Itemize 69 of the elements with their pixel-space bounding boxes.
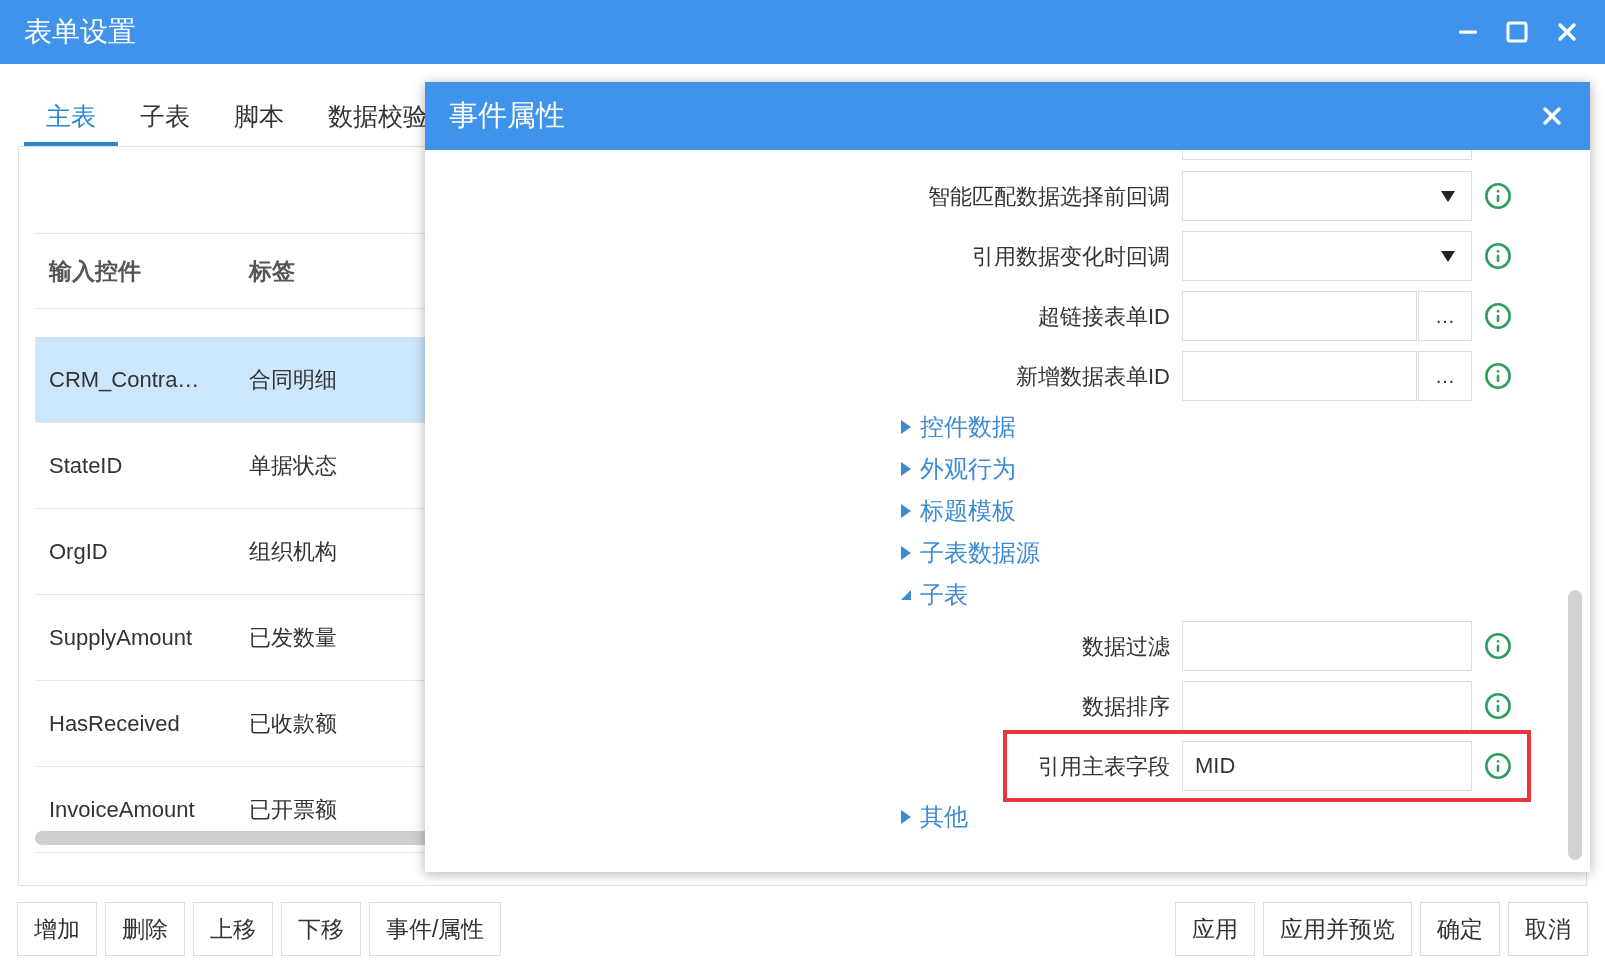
tab[interactable]: 子表 <box>118 92 212 146</box>
info-icon[interactable] <box>1484 242 1512 270</box>
browse-button[interactable]: … <box>1418 351 1472 401</box>
info-icon[interactable] <box>1484 632 1512 660</box>
input-field[interactable] <box>1182 681 1472 731</box>
browse-button[interactable]: … <box>1418 291 1472 341</box>
table-cell-text: 已发数量 <box>248 624 337 652</box>
toolbar-button[interactable]: 事件/属性 <box>369 902 502 956</box>
table-cell-text: InvoiceAmount <box>48 796 196 824</box>
input-field[interactable] <box>1182 351 1417 401</box>
input-field[interactable] <box>1182 621 1472 671</box>
tab[interactable]: 数据校验 <box>306 92 450 146</box>
toolbar-button[interactable]: 增加 <box>17 902 97 956</box>
table-cell-text: 组织机构 <box>248 538 337 566</box>
collapsed-triangle-icon <box>900 810 912 824</box>
field-label: 引用主表字段 <box>1037 752 1170 781</box>
info-icon[interactable] <box>1484 182 1512 210</box>
collapsed-triangle-icon <box>900 420 912 434</box>
section-toggle[interactable]: 控件数据 <box>900 406 1016 448</box>
section-toggle[interactable]: 子表 <box>900 574 968 616</box>
section-toggle[interactable]: 标题模板 <box>900 490 1016 532</box>
maximize-icon[interactable] <box>1505 20 1529 44</box>
table-cell-text: SupplyAmount <box>48 624 194 652</box>
action-button[interactable]: 应用 <box>1175 902 1255 956</box>
table-cell-text: 已收款额 <box>248 710 337 738</box>
table-cell-text: CRM_Contra… <box>48 366 201 394</box>
action-button[interactable]: 应用并预览 <box>1263 902 1412 956</box>
toolbar-button[interactable]: 下移 <box>281 902 361 956</box>
vertical-scrollbar[interactable] <box>1568 590 1582 860</box>
field-label: 超链接表单ID <box>1037 302 1170 331</box>
toolbar-button[interactable]: 上移 <box>193 902 273 956</box>
column-header: 标签 <box>247 256 295 286</box>
action-button[interactable]: 确定 <box>1420 902 1500 956</box>
input-field[interactable]: MID <box>1182 741 1472 791</box>
info-icon[interactable] <box>1484 302 1512 330</box>
info-icon[interactable] <box>1484 752 1512 780</box>
toolbar-button[interactable]: 删除 <box>105 902 185 956</box>
section-toggle[interactable]: 外观行为 <box>900 448 1016 490</box>
section-toggle[interactable]: 子表数据源 <box>900 532 1040 574</box>
column-header: 输入控件 <box>47 256 142 286</box>
caret-icon <box>1441 250 1455 262</box>
table-cell-text: 合同明细 <box>248 366 337 394</box>
info-icon[interactable] <box>1484 362 1512 390</box>
table-cell-text: 单据状态 <box>248 452 337 480</box>
collapsed-triangle-icon <box>900 462 912 476</box>
dropdown-field[interactable] <box>1182 171 1472 221</box>
tab[interactable]: 主表 <box>24 92 118 146</box>
expanded-triangle-icon <box>900 589 912 601</box>
tab[interactable]: 脚本 <box>212 92 306 146</box>
field-label: 数据排序 <box>1081 692 1170 721</box>
section-toggle[interactable]: 其他 <box>900 796 968 838</box>
field-label: 新增数据表单ID <box>1015 362 1170 391</box>
field-label: 数据过滤 <box>1081 632 1170 661</box>
table-cell-text: 已开票额 <box>248 796 337 824</box>
info-icon[interactable] <box>1484 692 1512 720</box>
table-cell-text: StateID <box>48 452 124 480</box>
dropdown-field[interactable] <box>1182 231 1472 281</box>
window-title: 表单设置 <box>24 15 136 49</box>
input-field[interactable] <box>1182 291 1417 341</box>
field-label: 引用数据变化时回调 <box>971 242 1170 271</box>
field-label: 智能匹配数据选择前回调 <box>927 182 1170 211</box>
collapsed-triangle-icon <box>900 504 912 518</box>
table-cell-text: HasReceived <box>48 710 181 738</box>
collapsed-triangle-icon <box>900 546 912 560</box>
input-field[interactable] <box>1182 150 1472 160</box>
caret-icon <box>1441 190 1455 202</box>
action-button[interactable]: 取消 <box>1508 902 1588 956</box>
dialog-title: 事件属性 <box>449 98 565 134</box>
table-cell-text: OrgID <box>48 538 109 566</box>
